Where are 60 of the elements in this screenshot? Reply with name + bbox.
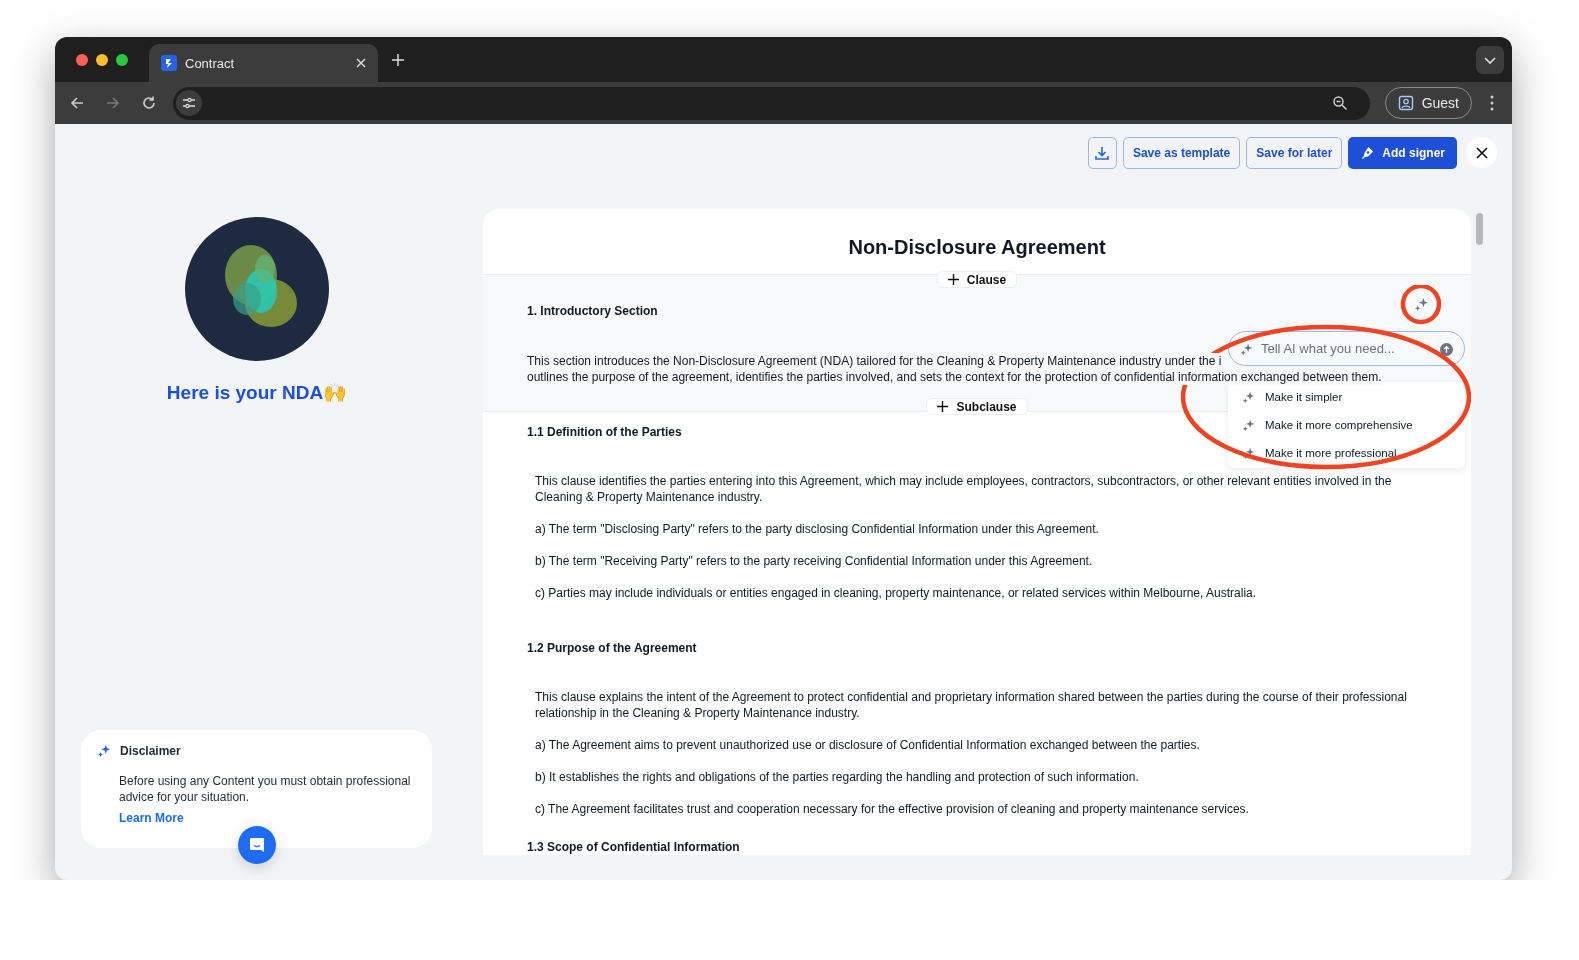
paragraph-line: relationship in the Cleaning & Property Maintenance industry.: [535, 705, 860, 721]
pen-icon: [1360, 145, 1376, 160]
paragraph-line: c) Parties may include individuals or entities engaged in cleaning, property maintenance, or related services within Melbourne, Australia.: [535, 585, 1257, 601]
disclaimer-title: Disclaimer: [120, 744, 181, 758]
back-icon[interactable]: [69, 95, 85, 111]
section-heading: 1.1 Definition of the Parties: [527, 424, 682, 440]
download-button[interactable]: [1087, 136, 1117, 169]
plus-icon: [947, 274, 959, 285]
learn-more-link[interactable]: Learn More: [119, 811, 184, 825]
sparkle-icon: [1242, 418, 1255, 432]
tab-title: Contract: [185, 55, 236, 71]
sparkle-icon: [1242, 390, 1255, 404]
add-subclause-button[interactable]: Subclause: [926, 398, 1028, 415]
suggestion-item[interactable]: Make it simpler: [1228, 383, 1465, 411]
close-icon[interactable]: [356, 58, 366, 68]
paragraph-line: c) The Agreement facilitates trust and cooperation necessary for the effective provision of cleaning and property maintenance services.: [535, 801, 1249, 817]
chat-icon: [248, 836, 266, 854]
more-options-icon[interactable]: [1490, 95, 1494, 111]
tab-list-icon[interactable]: [1476, 45, 1504, 74]
document-title: Non-Disclosure Agreement: [847, 235, 1107, 259]
paragraph-line: b) It establishes the rights and obligations of the parties regarding the handling and protection of such information.: [535, 769, 1139, 785]
maximize-window-dot[interactable]: [116, 53, 128, 66]
site-settings-icon[interactable]: [176, 90, 202, 116]
sparkle-icon: [1413, 296, 1429, 312]
section-heading: 1.2 Purpose of the Agreement: [527, 640, 697, 656]
sparkle-icon: [97, 744, 111, 758]
add-signer-button[interactable]: Add signer: [1348, 136, 1457, 169]
new-tab-icon[interactable]: [392, 53, 404, 66]
close-button[interactable]: [1466, 137, 1497, 168]
chat-button[interactable]: [238, 826, 276, 864]
download-icon: [1094, 144, 1111, 161]
save-for-later-button[interactable]: Save for later: [1246, 136, 1343, 169]
scrollbar-thumb[interactable]: [1475, 213, 1483, 245]
paragraph-line: a) The term "Disclosing Party" refers to the party disclosing Confidential Information under this Agreement.: [535, 521, 1099, 537]
close-icon: [1475, 146, 1488, 159]
section-heading: 1.3 Scope of Confidential Information: [527, 839, 740, 855]
favicon-icon: [161, 55, 177, 71]
suggestion-item[interactable]: Make it more comprehensive: [1228, 411, 1465, 439]
person-icon: [1397, 95, 1414, 111]
minimize-window-dot[interactable]: [96, 53, 108, 66]
section-heading: 1. Introductory Section: [527, 303, 658, 319]
plus-icon: [937, 401, 949, 412]
paragraph-line: a) The Agreement aims to prevent unauthorized use or disclosure of Confidential Information exchanged between the parties.: [535, 737, 1200, 753]
sidebar-heading: Here is your NDA🙌: [166, 381, 348, 404]
sparkle-icon: [1240, 343, 1253, 356]
close-window-dot[interactable]: [76, 53, 88, 66]
paragraph-line: Cleaning & Property Maintenance industry.: [535, 489, 763, 505]
add-clause-button[interactable]: Clause: [936, 271, 1018, 288]
disclaimer-text: Before using any Content you must obtain professional advice for your situation.: [119, 773, 412, 805]
browser-tab[interactable]: Contract: [149, 44, 378, 82]
zoom-icon[interactable]: [1331, 95, 1348, 111]
paragraph-line: This clause explains the intent of the Agreement to protect confidential and proprietary information shared between the parties during the course of their professional: [535, 689, 1407, 705]
send-icon[interactable]: [1440, 343, 1453, 356]
paragraph-line: This clause identifies the parties entering into this Agreement, which may include employees, contractors, subcontractors, or other relevant entities involved in the: [535, 473, 1392, 489]
sparkle-icon: [1242, 446, 1255, 460]
save-as-template-button[interactable]: Save as template: [1122, 136, 1241, 169]
paragraph-line: b) The term "Receiving Party" refers to the party receiving Confidential Information under this Agreement.: [535, 553, 1093, 569]
suggestion-item[interactable]: Make it more professional: [1228, 439, 1465, 467]
forward-icon[interactable]: [105, 95, 121, 111]
reload-icon[interactable]: [141, 95, 157, 111]
